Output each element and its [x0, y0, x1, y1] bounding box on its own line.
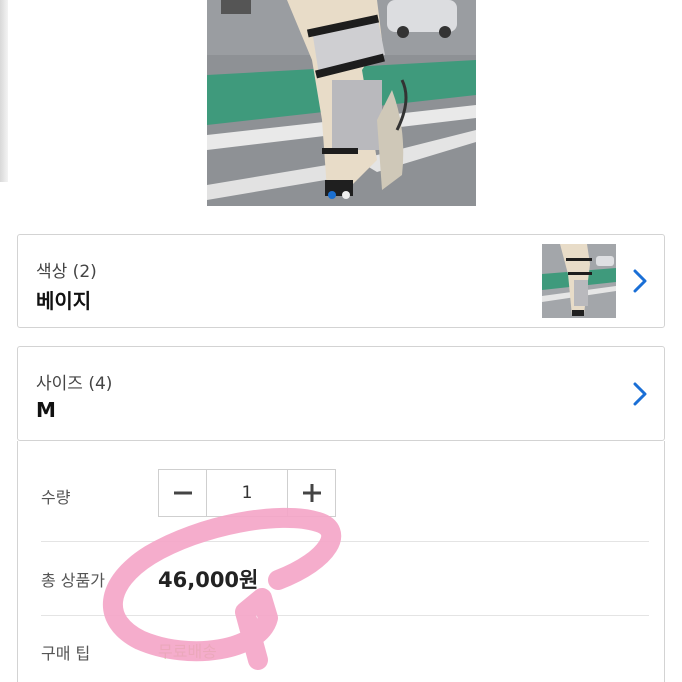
product-photo	[207, 0, 476, 206]
total-price-value: 46,000원	[158, 568, 259, 592]
free-shipping-text: 무료배송	[158, 642, 217, 661]
quantity-stepper[interactable]: 1	[158, 469, 336, 517]
row-divider	[41, 615, 649, 616]
row-divider	[41, 541, 649, 542]
quantity-value[interactable]: 1	[207, 470, 287, 516]
minus-icon	[173, 491, 192, 495]
chevron-right-icon[interactable]	[630, 267, 650, 295]
order-details-panel: 수량 1 총 상품가 46,000원 구매 팁 무료배송	[17, 441, 665, 682]
purchase-tip-label: 구매 팁	[41, 644, 91, 663]
color-thumbnail-image	[542, 244, 616, 318]
size-option-label: 사이즈 (4)	[36, 374, 113, 394]
page-edge-shadow	[0, 0, 8, 182]
color-option-value: 베이지	[36, 289, 92, 313]
plus-icon	[302, 484, 321, 502]
chevron-right-icon[interactable]	[630, 380, 650, 408]
quantity-increase-button[interactable]	[287, 470, 335, 516]
size-option-value: M	[36, 398, 56, 422]
size-option-selector[interactable]: 사이즈 (4) M	[17, 346, 665, 441]
quantity-decrease-button[interactable]	[159, 470, 207, 516]
color-option-label: 색상 (2)	[36, 262, 97, 282]
quantity-label: 수량	[41, 488, 71, 507]
color-option-selector[interactable]: 색상 (2) 베이지	[17, 234, 665, 328]
total-price-label: 총 상품가	[41, 571, 105, 590]
